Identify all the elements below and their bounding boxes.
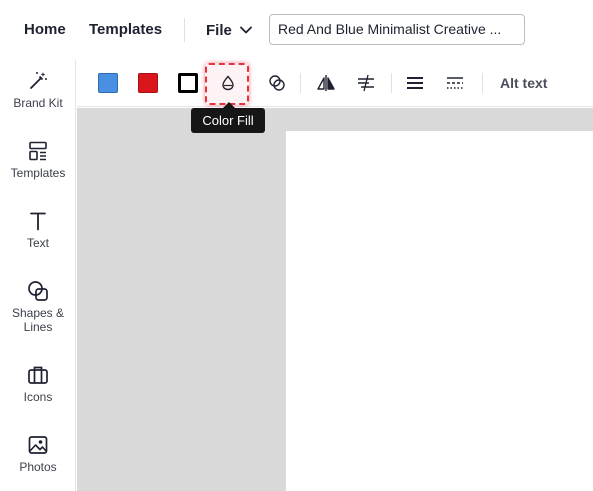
shapes-icon bbox=[28, 281, 48, 301]
sidebar-item-shapes-lines[interactable]: Shapes & Lines bbox=[0, 280, 76, 334]
swatch bbox=[138, 73, 158, 93]
toolbar-divider bbox=[391, 73, 392, 93]
sidebar-item-label: Icons bbox=[23, 390, 53, 404]
swatch bbox=[178, 73, 198, 93]
flip-horizontal-icon bbox=[317, 75, 335, 91]
design-page[interactable] bbox=[286, 131, 593, 491]
sidebar-item-label: Photos bbox=[19, 460, 57, 474]
border-color-button[interactable] bbox=[175, 70, 201, 96]
chevron-down-icon bbox=[239, 26, 252, 34]
sidebar-item-label: Text bbox=[26, 236, 49, 250]
alt-text-button[interactable]: Alt text bbox=[500, 75, 547, 91]
sidebar-item-text[interactable]: Text bbox=[0, 210, 76, 250]
sidebar-item-photos[interactable]: Photos bbox=[0, 434, 76, 474]
toolbar-divider bbox=[482, 73, 483, 93]
sidebar-item-icons[interactable]: Icons bbox=[0, 364, 76, 404]
flip-horizontal-button[interactable] bbox=[313, 70, 339, 96]
top-bar: Home Templates File Red And Blue Minimal… bbox=[0, 0, 593, 60]
toolbar-divider bbox=[300, 73, 301, 93]
blue-color-swatch[interactable] bbox=[95, 70, 121, 96]
templates-link[interactable]: Templates bbox=[89, 21, 162, 38]
briefcase-icon bbox=[28, 366, 48, 384]
dashed-line-icon bbox=[447, 77, 463, 89]
sidebar-item-label: Brand Kit bbox=[13, 96, 63, 110]
align-button[interactable] bbox=[353, 70, 379, 96]
line-weight-icon bbox=[407, 77, 423, 89]
align-icon bbox=[358, 74, 374, 92]
color-fill-tooltip: Color Fill bbox=[191, 108, 265, 133]
sidebar-item-templates[interactable]: Templates bbox=[0, 140, 76, 180]
magic-wand-icon bbox=[30, 72, 47, 89]
file-label: File bbox=[206, 21, 232, 39]
color-fill-button[interactable] bbox=[215, 70, 241, 96]
sidebar-item-brand-kit[interactable]: Brand Kit bbox=[0, 70, 76, 110]
left-sidebar: Brand Kit Templates Text Shapes & Lines … bbox=[0, 60, 76, 491]
sidebar-item-label: Shapes & Lines bbox=[11, 306, 65, 334]
stroke-weight-button[interactable] bbox=[402, 70, 428, 96]
image-icon bbox=[28, 436, 48, 454]
stroke-style-button[interactable] bbox=[442, 70, 468, 96]
file-menu-button[interactable]: File bbox=[206, 20, 252, 40]
context-toolbar: Alt text bbox=[77, 60, 593, 107]
document-title-input[interactable]: Red And Blue Minimalist Creative ... bbox=[269, 14, 525, 45]
home-link[interactable]: Home bbox=[24, 21, 66, 38]
divider bbox=[184, 18, 185, 42]
text-icon bbox=[30, 212, 46, 231]
drop-icon bbox=[222, 75, 234, 91]
red-color-swatch[interactable] bbox=[135, 70, 161, 96]
swatch bbox=[98, 73, 118, 93]
mask-shape-button[interactable] bbox=[264, 70, 290, 96]
sidebar-item-label: Templates bbox=[10, 166, 66, 180]
overlap-circles-icon bbox=[269, 75, 285, 91]
templates-icon bbox=[29, 141, 47, 161]
